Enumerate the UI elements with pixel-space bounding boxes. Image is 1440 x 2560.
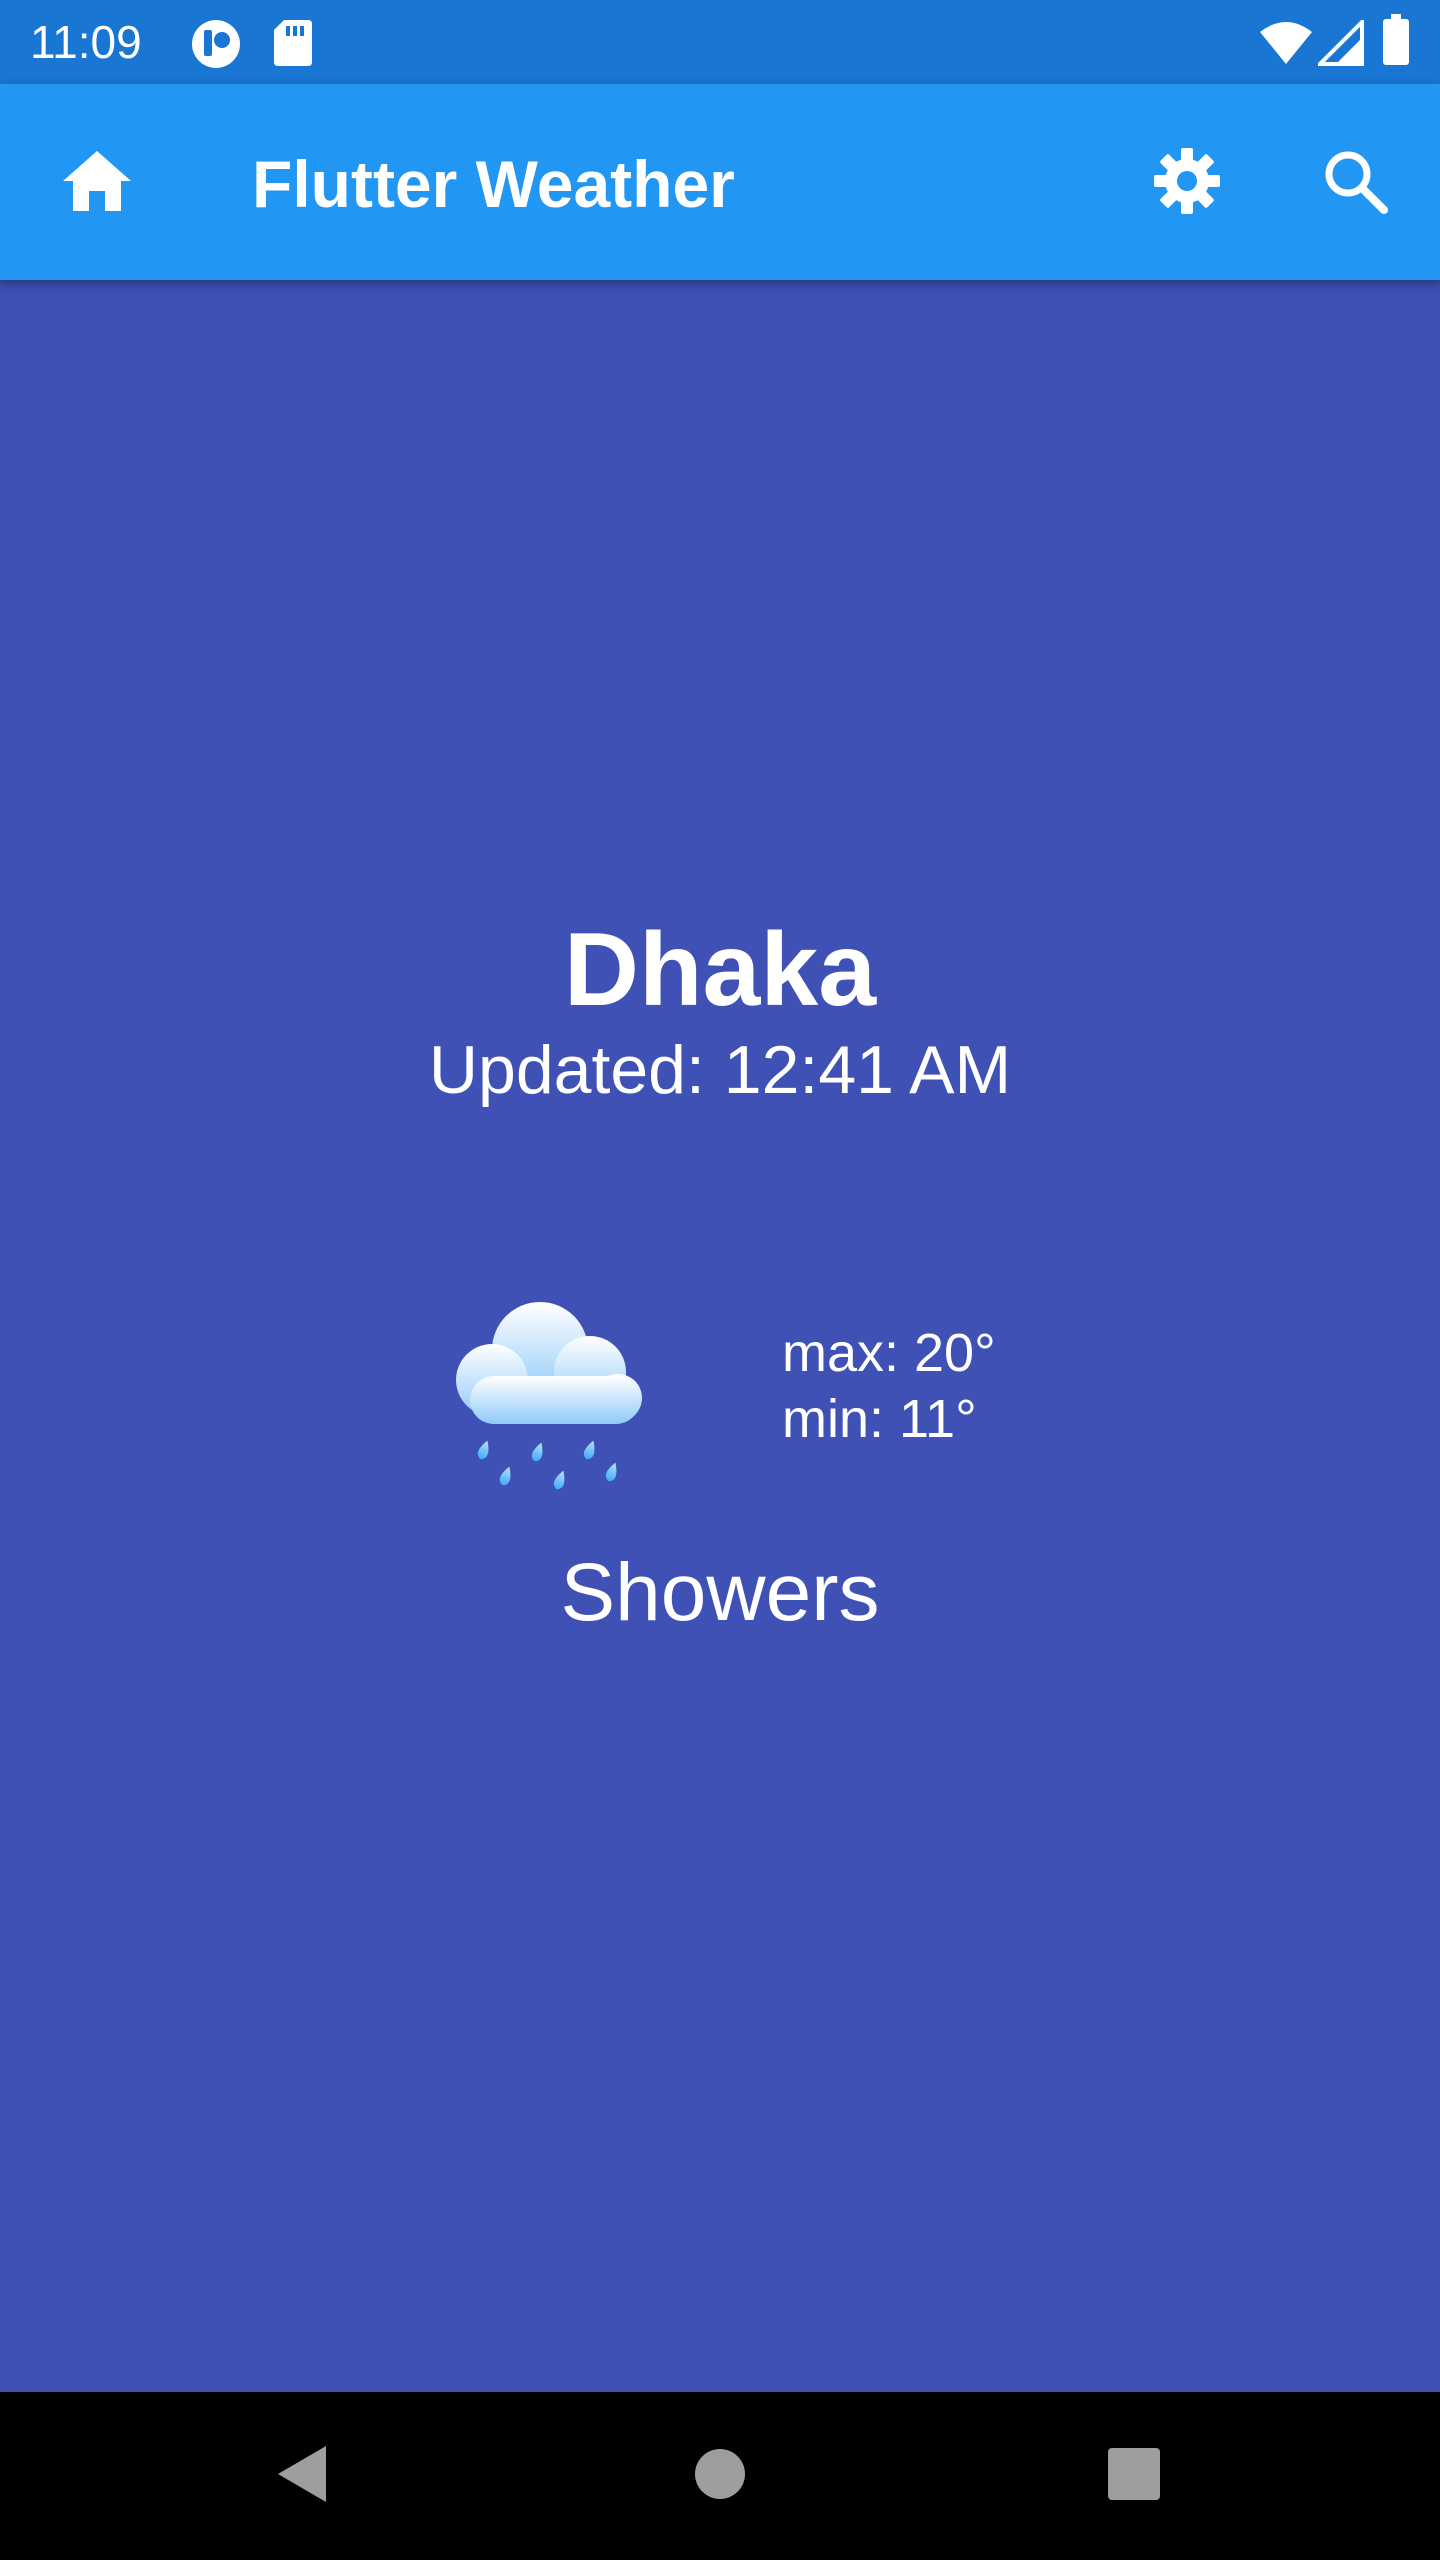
max-temperature: max: 20° — [782, 1323, 996, 1383]
home-icon — [61, 149, 133, 218]
back-icon — [274, 2444, 330, 2509]
min-temperature: min: 11° — [782, 1389, 977, 1449]
temperature-range: max: 20° min: 11° — [782, 1320, 996, 1452]
system-nav-bar — [0, 2392, 1440, 2560]
home-circle-icon — [694, 2448, 746, 2505]
weather-screen: 11:09 Flutter Weather Dhaka Updated: 12:… — [0, 0, 1440, 2560]
status-time: 11:09 — [30, 16, 142, 68]
settings-icon — [1152, 146, 1222, 221]
weather-condition: Showers — [560, 1547, 880, 1638]
city-name: Dhaka — [563, 912, 877, 1028]
notification-app-icon — [190, 18, 242, 75]
home-button[interactable] — [42, 128, 152, 238]
app-title: Flutter Weather — [252, 147, 735, 221]
nav-back-button[interactable] — [242, 2416, 362, 2536]
settings-button[interactable] — [1132, 128, 1242, 238]
rain-cloud-icon — [440, 1280, 660, 1500]
search-button[interactable] — [1300, 128, 1410, 238]
battery-icon — [1382, 14, 1410, 71]
sd-card-icon — [272, 18, 314, 73]
weather-content: Dhaka Updated: 12:41 AM max: 20° min: 11… — [0, 280, 1440, 2392]
recents-icon — [1108, 2447, 1160, 2505]
nav-home-button[interactable] — [660, 2416, 780, 2536]
app-bar: Flutter Weather — [0, 84, 1440, 280]
updated-time: Updated: 12:41 AM — [428, 1032, 1012, 1108]
wifi-icon — [1258, 20, 1314, 71]
cell-signal-icon — [1315, 17, 1364, 71]
status-bar: 11:09 — [0, 0, 1440, 84]
search-icon — [1322, 148, 1388, 219]
nav-recents-button[interactable] — [1074, 2416, 1194, 2536]
